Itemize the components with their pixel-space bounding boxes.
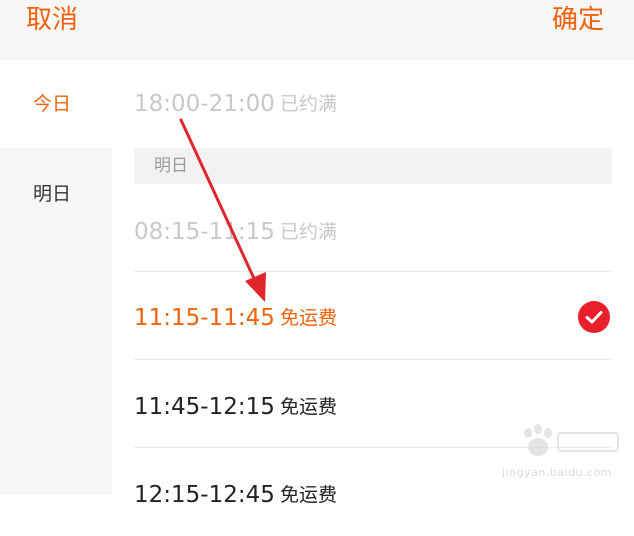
slot-status: 已约满 [280, 93, 338, 115]
slot-time: 12:15-12:45 [134, 482, 275, 508]
cancel-button[interactable]: 取消 [26, 3, 78, 37]
time-slot-selected[interactable]: 11:15-11:45 免运费 [134, 272, 612, 360]
slot-time: 18:00-21:00 [134, 91, 275, 117]
check-circle-icon [578, 301, 610, 333]
watermark-text: jingyan.baidu.com [502, 466, 613, 479]
time-slot: 18:00-21:00 已约满 [134, 60, 612, 148]
baidu-jingyan-logo-icon: jingyan.baidu.com [496, 419, 626, 479]
sidebar-item-today[interactable]: 今日 [0, 60, 112, 148]
slot-time: 11:45-12:15 [134, 394, 275, 420]
confirm-button[interactable]: 确定 [552, 3, 604, 37]
time-slot: 08:15-11:15 已约满 [134, 184, 612, 272]
slot-status: 免运费 [280, 396, 338, 418]
header-bar: 取消 确定 [0, 0, 634, 60]
sidebar-item-tomorrow[interactable]: 明日 [0, 150, 112, 238]
slot-status: 免运费 [280, 307, 338, 329]
slot-status: 免运费 [280, 484, 338, 506]
day-sidebar: 今日 明日 [0, 60, 112, 495]
group-header-tomorrow: 明日 [134, 148, 612, 184]
slot-status: 已约满 [280, 221, 338, 243]
slot-time: 08:15-11:15 [134, 219, 275, 245]
slot-time: 11:15-11:45 [134, 305, 275, 331]
